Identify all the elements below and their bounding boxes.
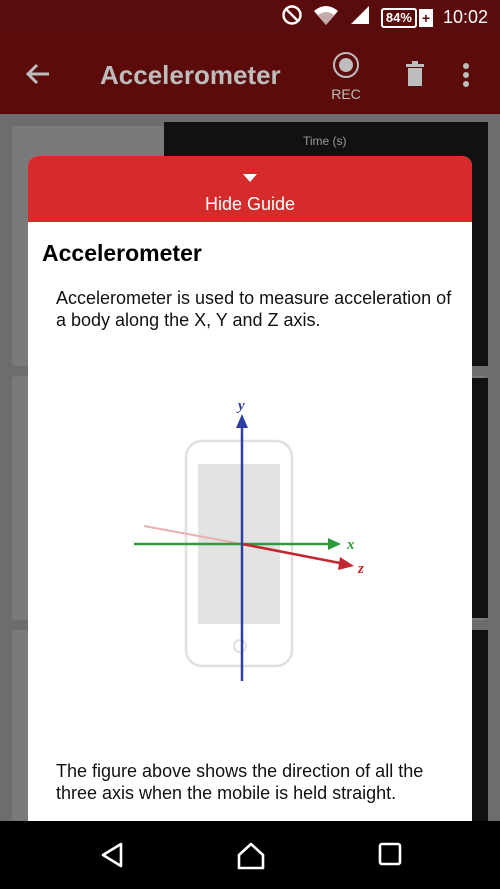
wifi-icon [313,4,339,31]
battery-percent: 84% [380,7,417,28]
z-axis-label: z [357,561,364,577]
more-vert-icon[interactable] [462,63,470,92]
caret-down-icon [242,170,258,188]
battery-icon: 84% + [380,7,433,28]
x-axis-label: x [346,537,355,553]
trash-icon[interactable] [404,61,426,92]
guide-description: Accelerometer is used to measure acceler… [56,288,452,330]
nav-back-icon[interactable] [99,841,125,874]
hide-guide-label: Hide Guide [204,194,296,214]
rec-button[interactable]: REC [328,51,364,102]
hide-guide-button[interactable]: Hide Guide [28,156,472,222]
app-bar: Accelerometer REC [0,35,500,114]
guide-title: Accelerometer [42,240,202,266]
time-axis-label: Time (s) [303,134,347,148]
nav-home-icon[interactable] [236,841,266,876]
rec-label: REC [331,86,361,102]
rec-icon [333,52,359,78]
navigation-bar [0,821,500,889]
dnd-icon [281,4,303,31]
axis-figure: x z y [134,398,364,681]
graph-area [472,378,488,618]
nav-recents-icon[interactable] [377,841,403,872]
guide-sheet: Hide Guide Accelerometer Accelerometer i… [28,156,472,822]
page-title: Accelerometer [100,60,281,90]
y-axis-label: y [236,398,245,414]
signal-icon [349,4,371,31]
status-time: 10:02 [442,7,488,27]
status-bar: 84% + 10:02 [0,0,500,35]
back-arrow-icon[interactable] [25,61,51,92]
graph-area [472,630,488,821]
figure-caption: The figure above shows the direction of … [56,761,424,803]
